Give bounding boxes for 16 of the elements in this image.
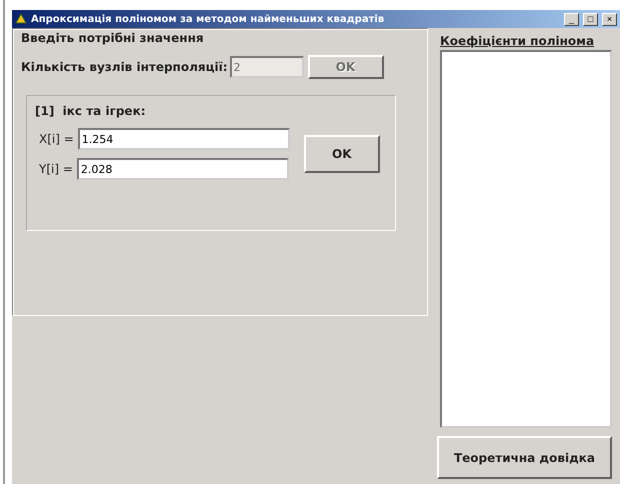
window-title: Апроксимація поліномом за методом найменьших квадратів <box>31 14 386 24</box>
help-button[interactable]: Теоретична довідка <box>437 436 612 479</box>
group-title: Введіть потрібні значення <box>21 31 204 45</box>
coordinate-label: Y[i] = <box>39 162 73 176</box>
coordinate-field[interactable]: 2.028 <box>76 158 289 180</box>
window-control[interactable]: × <box>602 12 617 26</box>
window-control[interactable]: □ <box>583 12 598 26</box>
app-icon <box>15 13 27 25</box>
count-label: Кількість вузлів інтерполяції: <box>21 60 228 74</box>
window-control[interactable]: _ <box>564 12 579 26</box>
point-ok-button[interactable]: OK <box>304 135 380 173</box>
coefficients-title: Коефіцієнти полінома <box>440 34 596 48</box>
coefficients-list[interactable] <box>440 50 612 428</box>
coordinate-field[interactable]: 1.254 <box>78 128 290 150</box>
point-group-title: [1] ікс та ігрек: <box>35 104 146 118</box>
coordinate-label: X[i] = <box>39 132 74 146</box>
